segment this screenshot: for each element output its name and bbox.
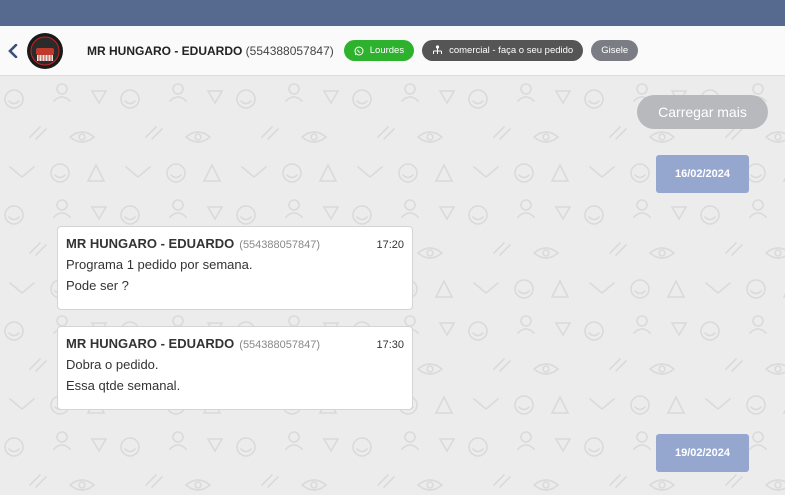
message-sender-phone: (554388057847) bbox=[239, 339, 321, 351]
avatar-logo-icon bbox=[28, 33, 62, 68]
message-text: Programa 1 pedido por semana. bbox=[66, 257, 253, 272]
message-sender-phone: (554388057847) bbox=[239, 239, 321, 251]
message-time: 17:30 bbox=[376, 339, 404, 351]
chevron-left-icon bbox=[8, 43, 18, 58]
whatsapp-icon bbox=[354, 46, 364, 55]
contact-phone: (554388057847) bbox=[245, 43, 334, 58]
top-bar bbox=[0, 0, 785, 26]
message-text: Essa qtde semanal. bbox=[66, 378, 181, 393]
date-separator: 19/02/2024 bbox=[656, 434, 749, 472]
message-sender: MR HUNGARO - EDUARDO bbox=[66, 236, 235, 251]
tag-queue[interactable]: comercial - faça o seu pedido bbox=[422, 40, 584, 61]
message-bubble[interactable]: MR HUNGARO - EDUARDO (554388057847) 17:3… bbox=[57, 326, 413, 410]
chat-area[interactable]: Carregar mais 16/02/2024 MR HUNGARO - ED… bbox=[0, 77, 785, 495]
message-sender: MR HUNGARO - EDUARDO bbox=[66, 336, 235, 351]
tag-gisele[interactable]: Gisele bbox=[591, 40, 639, 61]
message-time: 17:20 bbox=[376, 239, 404, 251]
sitemap-icon bbox=[433, 45, 443, 54]
tag-lourdes[interactable]: Lourdes bbox=[343, 40, 415, 61]
message-text: Dobra o pedido. bbox=[66, 357, 159, 372]
date-separator: 16/02/2024 bbox=[656, 155, 749, 193]
chat-header: MR HUNGARO - EDUARDO (554388057847) Lour… bbox=[0, 26, 785, 76]
load-more-button[interactable]: Carregar mais bbox=[637, 95, 768, 129]
tag-label: comercial - faça o seu pedido bbox=[449, 45, 574, 56]
contact-name: MR HUNGARO - EDUARDO bbox=[87, 43, 243, 58]
message-bubble[interactable]: MR HUNGARO - EDUARDO (554388057847) 17:2… bbox=[57, 226, 413, 310]
back-button[interactable] bbox=[3, 41, 23, 61]
contact-title: MR HUNGARO - EDUARDO (554388057847) bbox=[87, 44, 334, 58]
message-text: Pode ser ? bbox=[66, 278, 129, 293]
tag-label: Gisele bbox=[601, 45, 629, 56]
tag-label: Lourdes bbox=[369, 45, 405, 56]
message-header: MR HUNGARO - EDUARDO (554388057847) 17:3… bbox=[66, 336, 404, 351]
message-header: MR HUNGARO - EDUARDO (554388057847) 17:2… bbox=[66, 236, 404, 251]
avatar[interactable] bbox=[27, 32, 63, 69]
